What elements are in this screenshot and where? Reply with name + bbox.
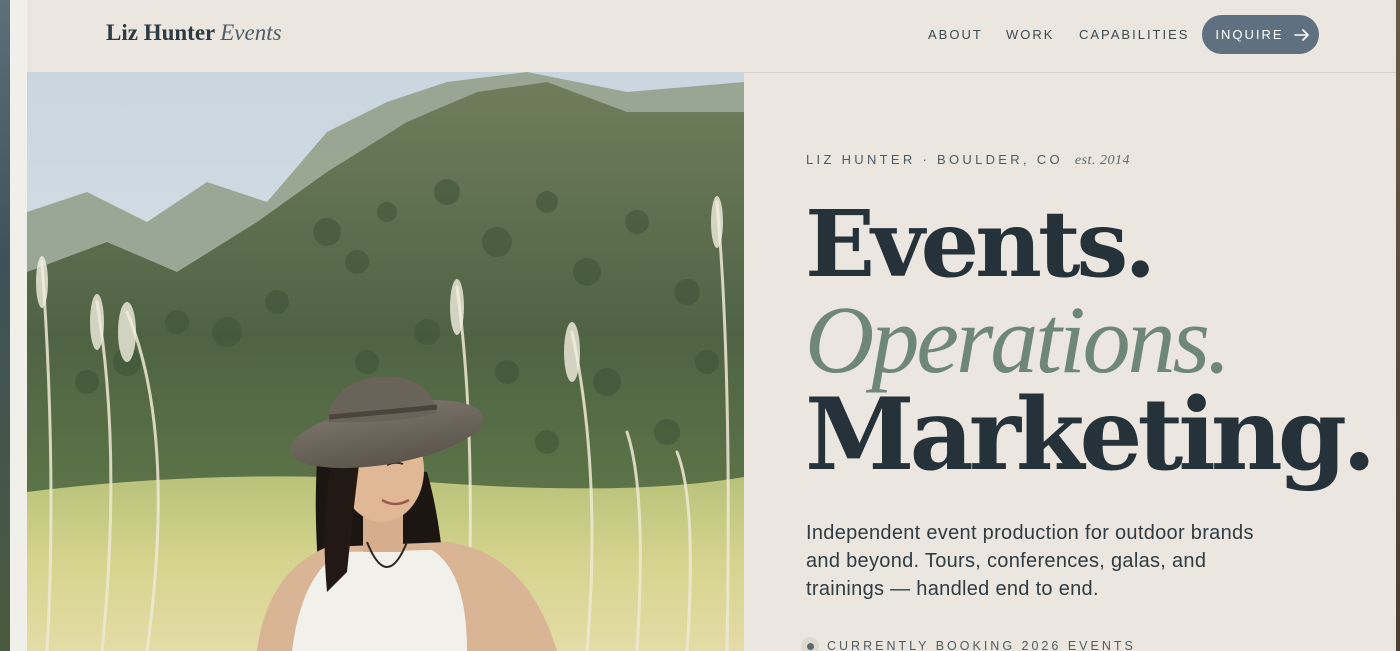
booking-status-label: CURRENTLY BOOKING 2026 EVENTS [827,639,1136,651]
hero-established: est. 2014 [1074,153,1130,168]
logo-subtitle: Events [220,20,282,45]
window-frame-edge [10,0,28,651]
inquire-button[interactable]: INQUIRE [1202,15,1319,54]
booking-status: CURRENTLY BOOKING 2026 EVENTS [801,637,1136,651]
logo-name: Liz Hunter [106,20,216,45]
hero-description: Independent event production for outdoor… [806,522,1254,600]
hero-photo [27,72,744,651]
desktop-background-left [0,0,10,651]
arrow-right-icon [1293,28,1310,41]
headline-operations: Operations. [805,286,1231,393]
hero-kicker: LIZ HUNTER · BOULDER, CO est. 2014 [806,152,1130,169]
web-page: Liz Hunter Events ABOUT WORK CAPABILITIES… [27,0,1396,651]
headline-events: Events. [805,190,1156,298]
nav-link-work[interactable]: WORK [1006,27,1054,42]
hero-kicker-location: LIZ HUNTER · BOULDER, CO [806,152,1063,167]
nav-link-about[interactable]: ABOUT [928,27,983,42]
site-logo[interactable]: Liz Hunter Events [106,20,282,46]
inquire-label: INQUIRE [1215,27,1284,42]
desktop-background-right [1396,0,1400,651]
nav-link-capabilities[interactable]: CAPABILITIES [1079,27,1189,42]
site-header: Liz Hunter Events ABOUT WORK CAPABILITIES… [27,0,1396,73]
status-dot-icon [801,637,819,651]
headline-marketing: Marketing. [805,377,1376,493]
hero-photo-illustration [27,72,744,651]
